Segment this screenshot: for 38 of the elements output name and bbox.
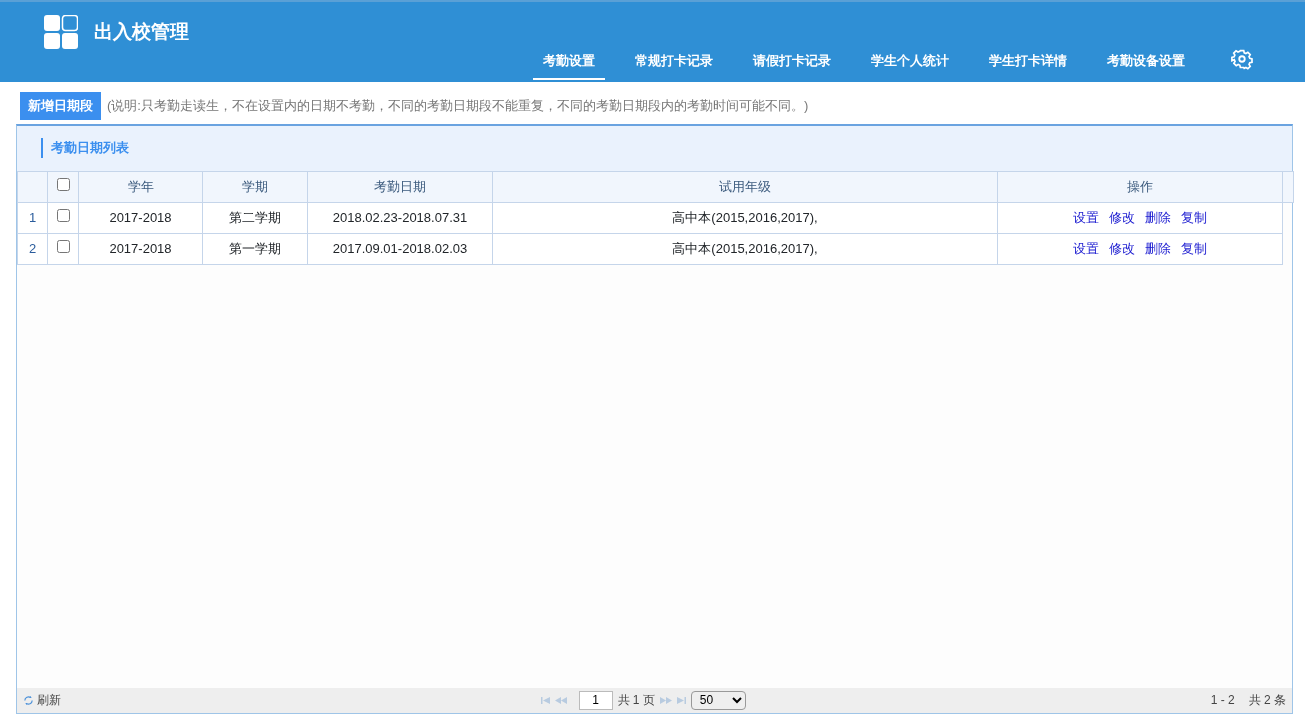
action-link[interactable]: 复制: [1181, 240, 1207, 256]
page-total: 共 1 页: [617, 692, 655, 709]
panel-title: 考勤日期列表: [41, 138, 129, 158]
record-total: 共 2 条: [1248, 692, 1286, 709]
column-header: 操作: [997, 171, 1283, 202]
refresh-button[interactable]: 刷新: [23, 691, 61, 709]
action-link[interactable]: 删除: [1145, 209, 1171, 225]
page-size-select[interactable]: 50: [690, 690, 746, 710]
settings-icon[interactable]: [1231, 48, 1253, 70]
record-range: 1 - 2: [1210, 692, 1235, 709]
table-cell: 2017-2018: [78, 202, 203, 233]
app-title: 出入校管理: [94, 19, 189, 44]
refresh-icon: [23, 694, 34, 706]
note-text: (说明:只考勤走读生，不在设置内的日期不考勤，不同的考勤日期段不能重复，不同的考勤日期段内的考勤时间可能不同。): [107, 97, 809, 115]
select-all-checkbox[interactable]: [56, 177, 70, 191]
column-header: 学期: [202, 171, 308, 202]
action-link[interactable]: 修改: [1109, 209, 1135, 225]
app-grid-icon: [44, 15, 78, 49]
table-cell: 2017-2018: [78, 233, 203, 264]
action-link[interactable]: 复制: [1181, 209, 1207, 225]
table-cell: 第二学期: [202, 202, 308, 233]
row-checkbox[interactable]: [56, 239, 70, 253]
column-header: 考勤日期: [307, 171, 493, 202]
action-link[interactable]: 修改: [1109, 240, 1135, 256]
action-link[interactable]: 设置: [1073, 209, 1099, 225]
action-link[interactable]: 设置: [1073, 240, 1099, 256]
table-cell: 高中本(2015,2016,2017),: [492, 233, 998, 264]
action-link[interactable]: 删除: [1145, 240, 1171, 256]
page-number-field[interactable]: 1: [578, 690, 613, 710]
row-number: 1: [17, 202, 48, 233]
table-cell: 2017.09.01-2018.02.03: [307, 233, 493, 264]
row-checkbox[interactable]: [56, 208, 70, 222]
table-cell: 高中本(2015,2016,2017),: [492, 202, 998, 233]
column-header: 试用年级: [492, 171, 998, 202]
row-number: 2: [17, 233, 48, 264]
column-header: 学年: [78, 171, 203, 202]
table-cell: 第一学期: [202, 233, 308, 264]
table-cell: 2018.02.23-2018.07.31: [307, 202, 493, 233]
